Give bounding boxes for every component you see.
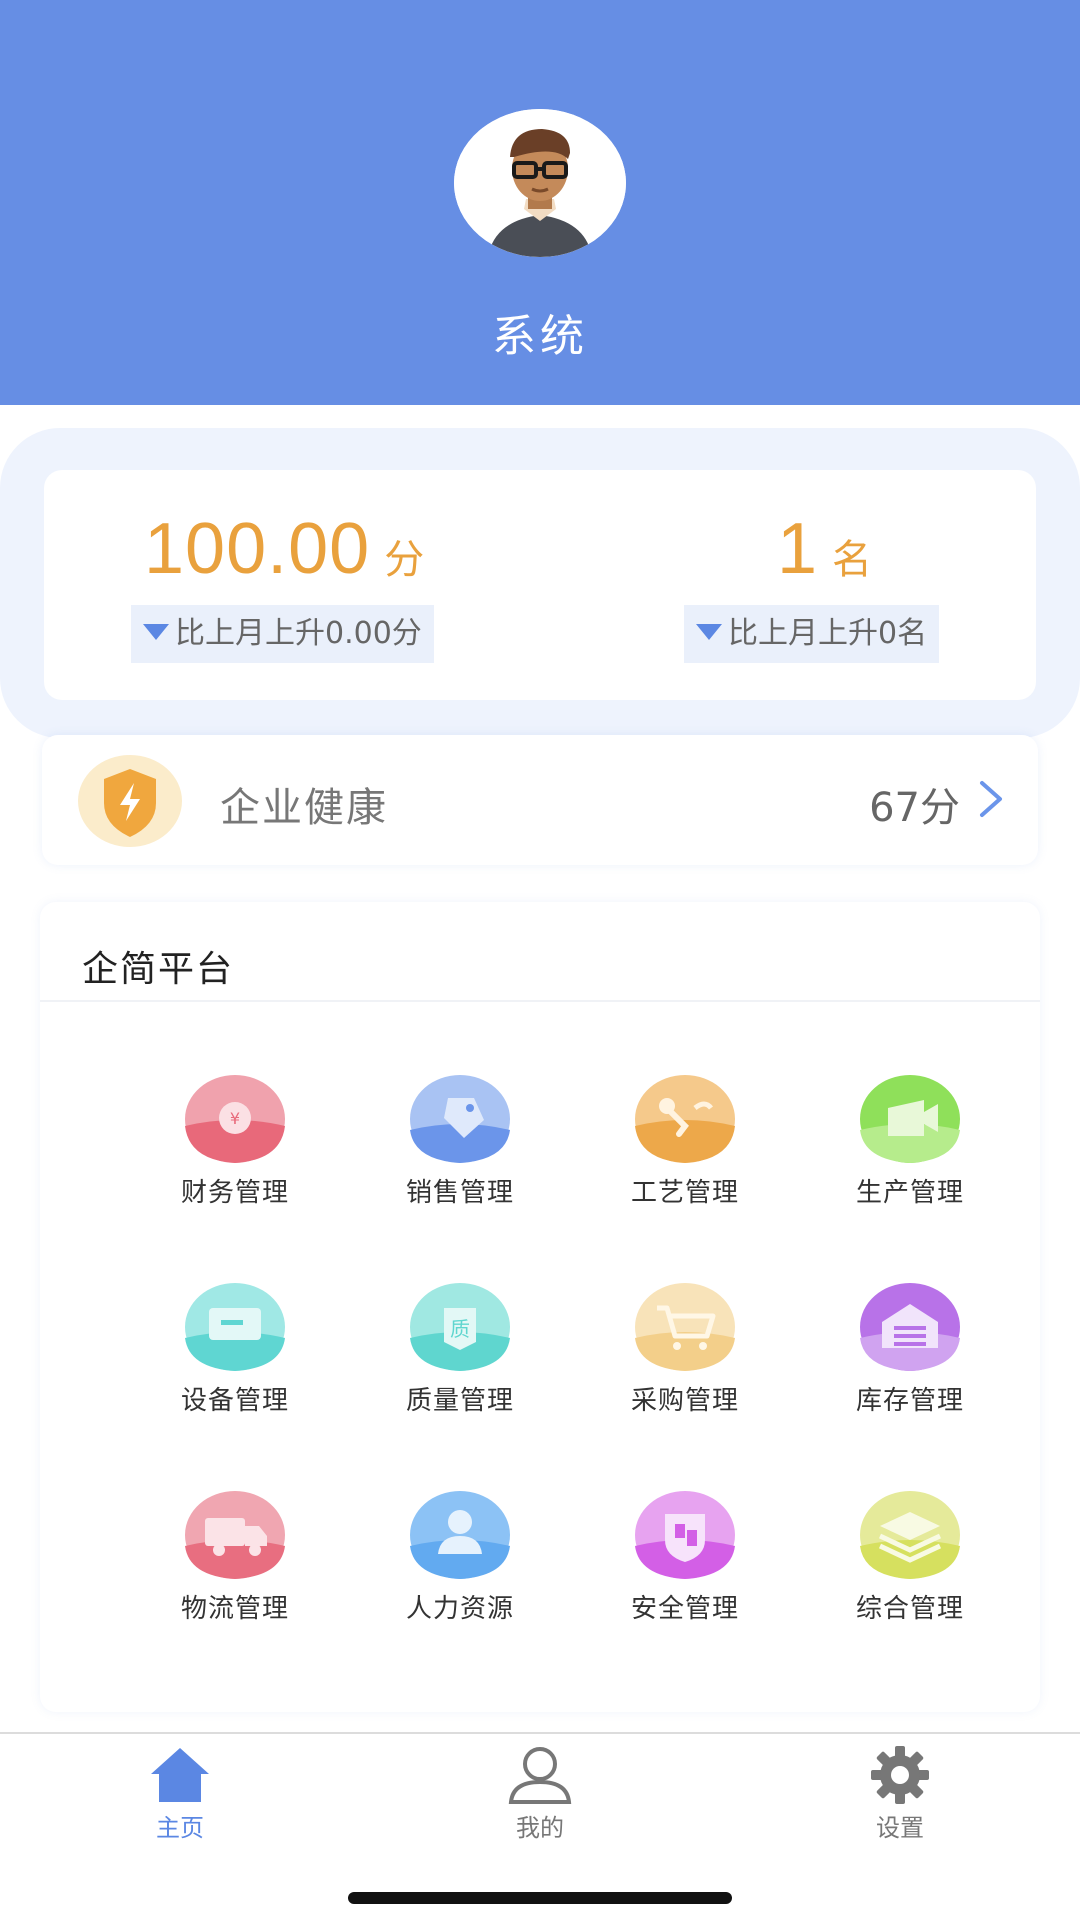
gear-icon [871, 1746, 929, 1804]
health-score: 67分 [869, 785, 960, 831]
tab-settings[interactable]: 设置 [810, 1744, 990, 1843]
grid-item-quality[interactable]: 质 质量管理 [370, 1282, 550, 1417]
safety-icon [635, 1491, 735, 1579]
grid-item-inventory[interactable]: 库存管理 [820, 1282, 1000, 1417]
username: 系统 [492, 311, 588, 362]
layers-icon [860, 1491, 960, 1579]
process-icon [635, 1075, 735, 1163]
grid-item-label: 生产管理 [855, 1178, 964, 1208]
health-label: 企业健康 [220, 785, 388, 831]
chevron-right-icon [980, 781, 1002, 817]
rank-compare-badge: 比上月上升0名 [684, 605, 940, 663]
score-value-line: 100.00 分 [144, 508, 424, 590]
grid-item-safety[interactable]: 安全管理 [595, 1490, 775, 1625]
grid-item-process[interactable]: 工艺管理 [595, 1074, 775, 1209]
grid-item-equipment[interactable]: 设备管理 [145, 1282, 325, 1417]
rank-value-line: 1名 [777, 508, 872, 590]
score-unit: 分 [384, 537, 425, 583]
quality-icon: 质 [410, 1283, 510, 1371]
divider [40, 1000, 1040, 1002]
score-value: 100.00 [144, 509, 371, 589]
shield-bolt-icon [78, 755, 182, 847]
equipment-icon [185, 1283, 285, 1371]
cart-icon [635, 1283, 735, 1371]
platform-title: 企简平台 [82, 949, 235, 990]
grid-item-label: 人力资源 [405, 1594, 514, 1624]
tab-label: 设置 [876, 1814, 924, 1842]
svg-text:¥: ¥ [230, 1109, 240, 1128]
score-compare-badge: 比上月上升0.00分 [131, 605, 434, 663]
score-compare-text: 比上月上升0.00分 [175, 616, 422, 651]
grid-item-sales[interactable]: 销售管理 [370, 1074, 550, 1209]
production-icon [860, 1075, 960, 1163]
user-icon [508, 1747, 572, 1804]
grid-item-purchase[interactable]: 采购管理 [595, 1282, 775, 1417]
rank-compare-text: 比上月上升0名 [728, 616, 928, 651]
truck-icon [185, 1491, 285, 1579]
grid-item-label: 工艺管理 [630, 1178, 739, 1208]
grid-item-finance[interactable]: ¥ 财务管理 [145, 1074, 325, 1209]
down-triangle-icon [696, 623, 722, 640]
tab-home[interactable]: 主页 [90, 1744, 270, 1843]
grid-item-hr[interactable]: 人力资源 [370, 1490, 550, 1625]
grid-item-label: 销售管理 [405, 1178, 514, 1208]
platform-card: 企简平台 ¥ 财务管理 销售管理 工艺管理 生产管理 设备管理 质 质量管理 采… [40, 902, 1040, 1712]
warehouse-icon [860, 1283, 960, 1371]
grid-item-label: 财务管理 [180, 1178, 289, 1208]
grid-item-label: 综合管理 [855, 1594, 964, 1624]
tab-label: 主页 [156, 1814, 204, 1842]
tab-label: 我的 [516, 1814, 564, 1842]
grid-item-label: 采购管理 [630, 1386, 739, 1416]
svg-text:质: 质 [450, 1317, 470, 1341]
grid-item-production[interactable]: 生产管理 [820, 1074, 1000, 1209]
grid-item-general[interactable]: 综合管理 [820, 1490, 1000, 1625]
home-icon [151, 1748, 209, 1802]
health-row[interactable]: 企业健康 67分 [42, 735, 1038, 865]
sales-tag-icon [410, 1075, 510, 1163]
person-icon [410, 1491, 510, 1579]
score-card: 100.00 分 比上月上升0.00分 1名 比上月上升0名 [44, 470, 1036, 700]
grid-item-logistics[interactable]: 物流管理 [145, 1490, 325, 1625]
grid-item-label: 质量管理 [405, 1386, 514, 1416]
grid-item-label: 物流管理 [180, 1594, 289, 1624]
avatar-icon [454, 109, 626, 257]
grid-item-label: 安全管理 [630, 1594, 739, 1624]
grid-item-label: 设备管理 [180, 1386, 289, 1416]
avatar[interactable] [454, 109, 626, 257]
down-triangle-icon [143, 623, 169, 640]
grid-item-label: 库存管理 [855, 1386, 964, 1416]
tab-mine[interactable]: 我的 [450, 1744, 630, 1843]
home-indicator[interactable] [348, 1892, 732, 1904]
rank-value: 1 [777, 509, 819, 589]
profile-header: 系统 [0, 0, 1080, 405]
finance-icon: ¥ [185, 1075, 285, 1163]
rank-unit: 名 [832, 537, 873, 583]
